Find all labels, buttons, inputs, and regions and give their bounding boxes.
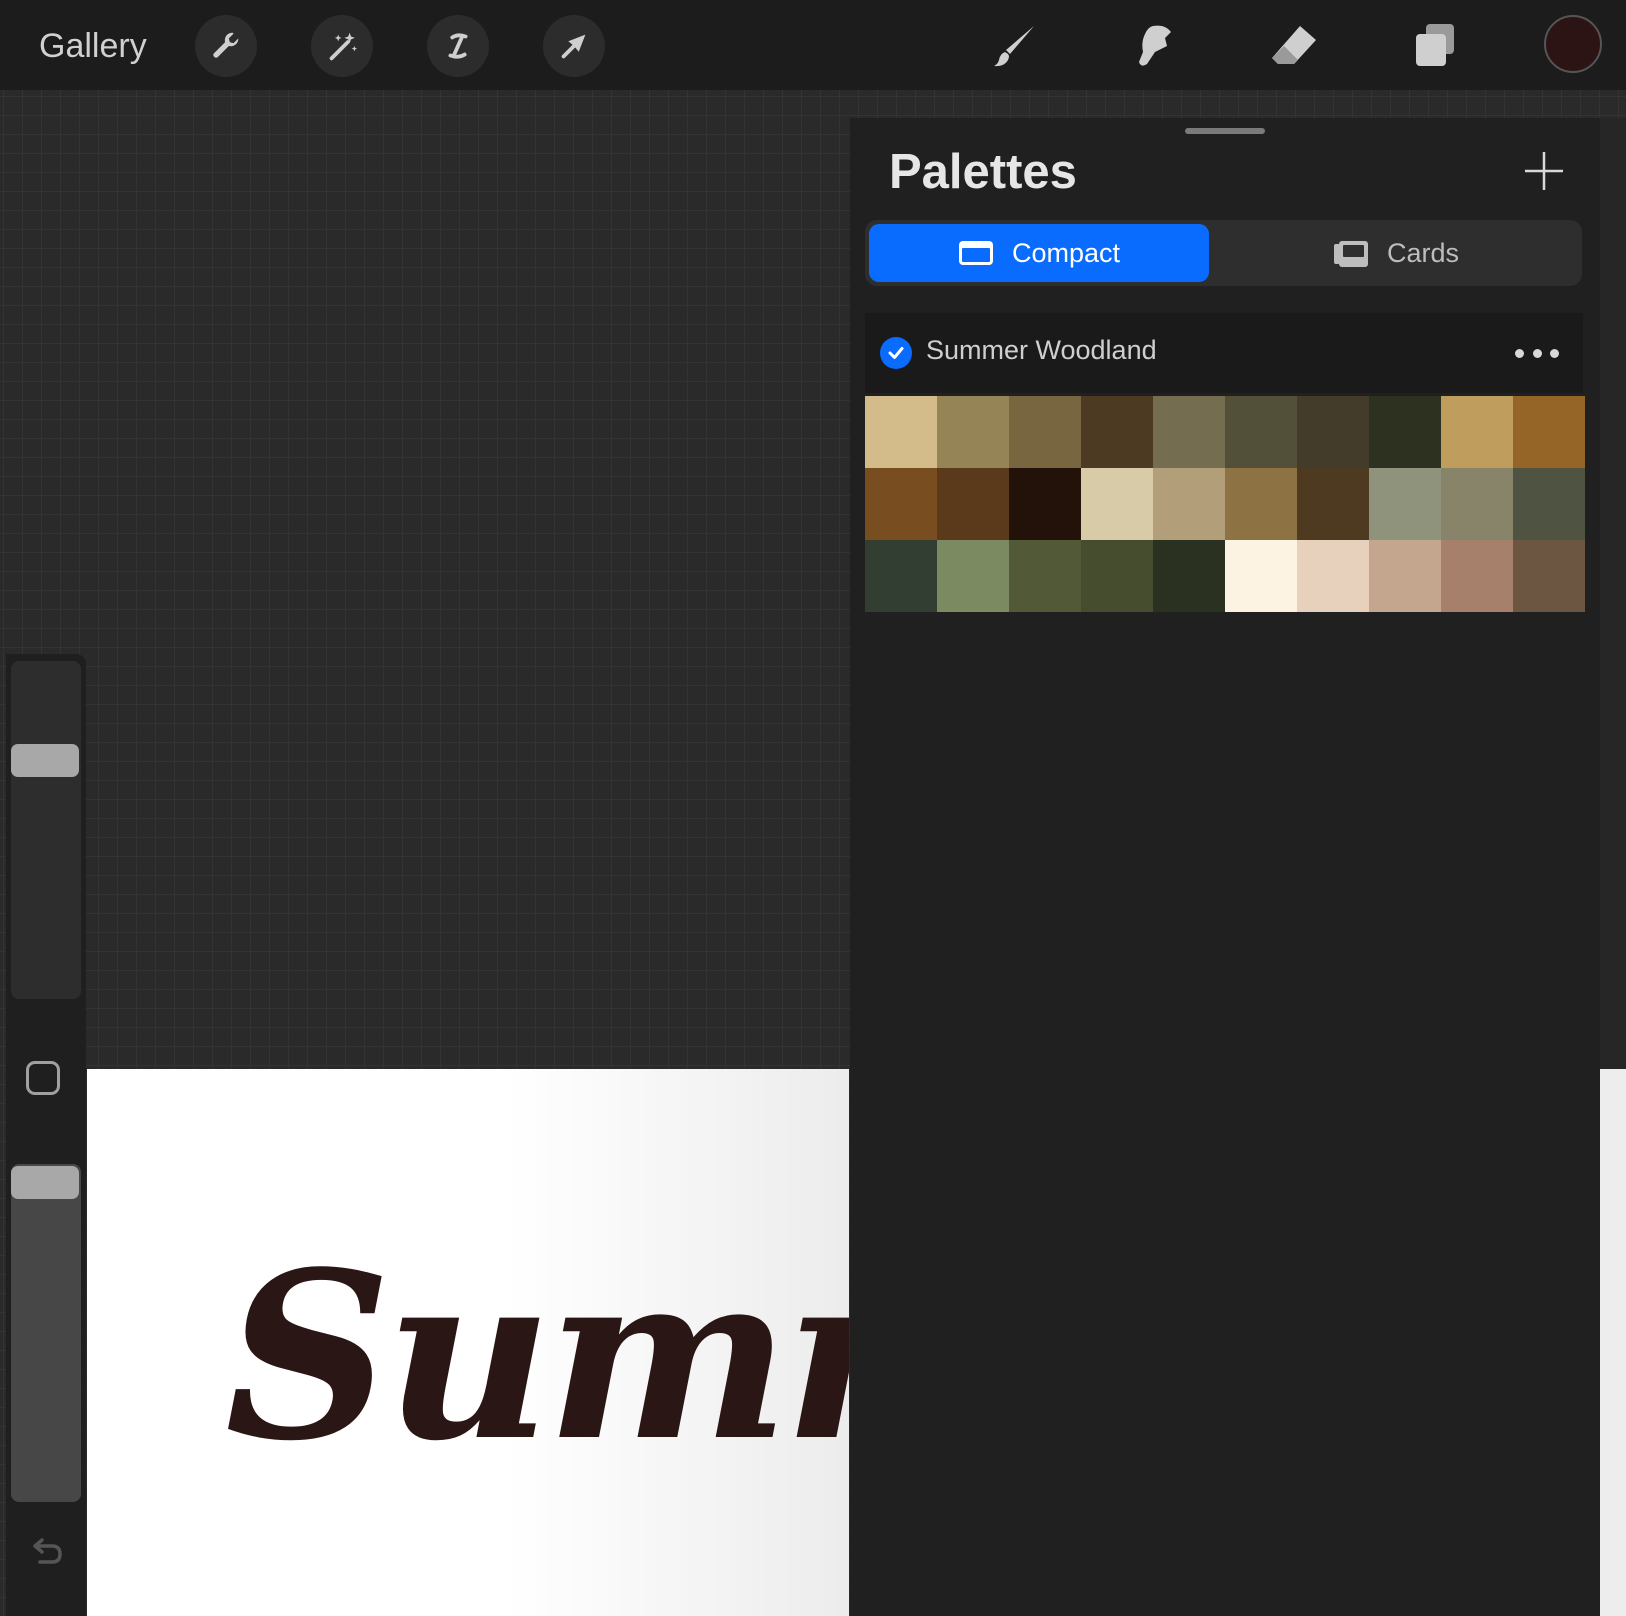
modify-button[interactable] (26, 1061, 60, 1095)
transform-arrow-icon (561, 34, 586, 59)
brush-size-slider[interactable] (11, 661, 81, 999)
palette-swatch[interactable] (937, 468, 1009, 540)
palette-swatch[interactable] (1369, 468, 1441, 540)
panel-grabber[interactable] (1185, 128, 1265, 134)
palette-swatch[interactable] (1153, 396, 1225, 468)
palette-swatch[interactable] (1225, 468, 1297, 540)
compact-view-button[interactable]: Compact (869, 224, 1209, 282)
top-toolbar: Gallery (0, 0, 1626, 90)
palette-swatch[interactable] (1513, 468, 1585, 540)
eraser-button[interactable] (1263, 15, 1325, 77)
palette-swatch[interactable] (1441, 468, 1513, 540)
layers-icon (1416, 24, 1454, 66)
palette-swatch[interactable] (1009, 468, 1081, 540)
gallery-button[interactable]: Gallery (39, 22, 147, 70)
palette-swatch[interactable] (865, 468, 937, 540)
compact-view-label: Compact (1011, 237, 1121, 268)
palette-swatch[interactable] (1513, 540, 1585, 612)
actions-button[interactable] (195, 15, 257, 77)
palette-swatch[interactable] (1081, 540, 1153, 612)
cards-view-label: Cards (1386, 237, 1460, 268)
palette-swatch[interactable] (1225, 396, 1297, 468)
brush-size-thumb[interactable] (11, 744, 79, 778)
undo-icon[interactable] (26, 1532, 66, 1572)
palette-swatch[interactable] (937, 396, 1009, 468)
drawing-canvas-edge (1600, 1069, 1626, 1616)
cards-view-icon (1333, 241, 1368, 267)
brush-icon (994, 26, 1034, 67)
wrench-icon (213, 32, 239, 58)
palette-swatch[interactable] (1225, 540, 1297, 612)
layers-button[interactable] (1403, 15, 1465, 77)
workspace-edge (1600, 118, 1626, 1069)
palette-header[interactable]: Summer Woodland (865, 313, 1583, 393)
palette-swatch[interactable] (1153, 540, 1225, 612)
palette-swatch[interactable] (1441, 396, 1513, 468)
add-palette-icon[interactable] (1523, 150, 1565, 192)
color-picker-button[interactable] (1544, 15, 1602, 73)
smudge-icon (1139, 25, 1171, 66)
brush-opacity-slider[interactable] (11, 1164, 81, 1502)
drawing-canvas[interactable]: Summer (87, 1069, 849, 1616)
palette-name: Summer Woodland (926, 335, 1157, 365)
selection-icon (448, 33, 468, 59)
eraser-icon (1272, 26, 1316, 64)
palette-swatch[interactable] (1441, 540, 1513, 612)
palette-swatch[interactable] (865, 396, 937, 468)
default-palette-check-icon[interactable] (880, 337, 912, 369)
palette-swatch[interactable] (1513, 396, 1585, 468)
magic-wand-icon (329, 32, 358, 61)
palette-swatch-grid (865, 396, 1585, 612)
smudge-button[interactable] (1122, 15, 1184, 77)
palette-swatch[interactable] (1081, 396, 1153, 468)
palette-swatch[interactable] (1369, 396, 1441, 468)
palettes-panel: Palettes Compact Cards Summer Woodland (850, 118, 1600, 1616)
brush-button[interactable] (985, 15, 1047, 77)
palette-swatch[interactable] (1297, 468, 1369, 540)
palette-swatch[interactable] (1081, 468, 1153, 540)
view-mode-toggle: Compact Cards (865, 220, 1582, 286)
palette-swatch[interactable] (1297, 540, 1369, 612)
palette-swatch[interactable] (1009, 540, 1081, 612)
selection-button[interactable] (427, 15, 489, 77)
brush-opacity-thumb[interactable] (11, 1166, 79, 1199)
palette-swatch[interactable] (937, 540, 1009, 612)
palette-swatch[interactable] (865, 540, 937, 612)
palette-swatch[interactable] (1369, 540, 1441, 612)
checkmark-icon (888, 347, 904, 359)
canvas-lettering: Summer (225, 1222, 849, 1492)
palette-swatch[interactable] (1297, 396, 1369, 468)
palette-swatch[interactable] (1009, 396, 1081, 468)
left-sidebar (6, 654, 86, 1616)
cards-view-button[interactable]: Cards (1215, 224, 1577, 282)
palette-options-icon[interactable] (1515, 338, 1559, 368)
adjustments-button[interactable] (311, 15, 373, 77)
transform-button[interactable] (543, 15, 605, 77)
palette-swatch[interactable] (1153, 468, 1225, 540)
panel-title: Palettes (889, 145, 1077, 199)
compact-view-icon (958, 241, 993, 265)
